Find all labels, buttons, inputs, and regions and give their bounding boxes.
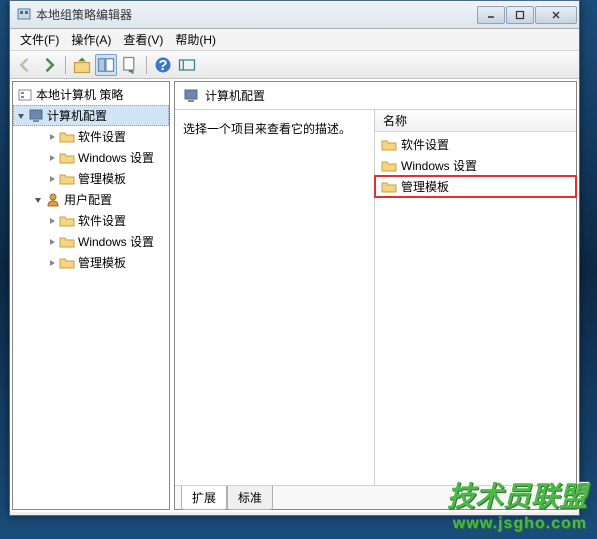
minimize-button[interactable]: [477, 6, 505, 24]
folder-icon: [381, 137, 397, 153]
list-items: 软件设置 Windows 设置 管理模板: [375, 132, 576, 199]
folder-icon: [59, 255, 75, 271]
expand-icon[interactable]: [47, 132, 57, 142]
list-pane: 名称 软件设置 Windows 设置 管理模板: [375, 110, 576, 485]
folder-icon: [59, 129, 75, 145]
filter-button[interactable]: [176, 54, 198, 76]
tree-label: 计算机配置: [47, 107, 107, 124]
statusbar: [10, 512, 579, 515]
tree-software-settings[interactable]: 软件设置: [13, 126, 169, 147]
tree-label: 软件设置: [78, 128, 126, 145]
expand-icon[interactable]: [47, 237, 57, 247]
window-title: 本地组策略编辑器: [36, 6, 477, 23]
menu-file[interactable]: 文件(F): [14, 29, 65, 50]
close-button[interactable]: [535, 6, 577, 24]
expand-icon[interactable]: [47, 216, 57, 226]
show-tree-button[interactable]: [95, 54, 117, 76]
tree-user-config[interactable]: 用户配置: [13, 189, 169, 210]
list-item-label: 管理模板: [401, 178, 449, 195]
main-window: 本地组策略编辑器 文件(F) 操作(A) 查看(V) 帮助(H) ? 本地计算机…: [9, 0, 580, 516]
titlebar[interactable]: 本地组策略编辑器: [10, 1, 579, 29]
list-item-windows[interactable]: Windows 设置: [375, 155, 576, 176]
details-header: 计算机配置: [175, 82, 576, 110]
menu-view[interactable]: 查看(V): [117, 29, 169, 50]
tree-label: 本地计算机 策略: [36, 86, 123, 103]
tree-root[interactable]: 本地计算机 策略: [13, 84, 169, 105]
maximize-button[interactable]: [506, 6, 534, 24]
tab-extended[interactable]: 扩展: [181, 486, 227, 510]
folder-icon: [381, 179, 397, 195]
up-button[interactable]: [71, 54, 93, 76]
column-header-name[interactable]: 名称: [375, 110, 576, 132]
content-area: 本地计算机 策略 计算机配置 软件设置 Windows 设置 管理模板: [10, 79, 579, 512]
tree-label: Windows 设置: [78, 149, 154, 166]
watermark-url: www.jsgho.com: [447, 515, 587, 533]
menu-action[interactable]: 操作(A): [65, 29, 117, 50]
computer-icon: [183, 88, 199, 104]
tree-windows-settings[interactable]: Windows 设置: [13, 147, 169, 168]
export-button[interactable]: [119, 54, 141, 76]
toolbar-separator: [65, 56, 66, 74]
forward-button[interactable]: [38, 54, 60, 76]
toolbar-separator: [146, 56, 147, 74]
list-item-software[interactable]: 软件设置: [375, 134, 576, 155]
back-button[interactable]: [14, 54, 36, 76]
menubar: 文件(F) 操作(A) 查看(V) 帮助(H): [10, 29, 579, 51]
tab-standard[interactable]: 标准: [227, 486, 273, 510]
details-body: 选择一个项目来查看它的描述。 名称 软件设置 Windows 设置: [175, 110, 576, 485]
computer-icon: [28, 108, 44, 124]
user-icon: [45, 192, 61, 208]
window-controls: [477, 6, 577, 24]
column-label: 名称: [383, 112, 407, 129]
expand-icon[interactable]: [47, 174, 57, 184]
tree-label: 用户配置: [64, 191, 112, 208]
help-button[interactable]: ?: [152, 54, 174, 76]
list-item-label: Windows 设置: [401, 157, 477, 174]
app-icon: [16, 7, 32, 23]
menu-help[interactable]: 帮助(H): [169, 29, 222, 50]
collapse-icon[interactable]: [16, 111, 26, 121]
tree-computer-config[interactable]: 计算机配置: [13, 105, 169, 126]
collapse-icon[interactable]: [33, 195, 43, 205]
tabs: 扩展 标准: [175, 485, 576, 509]
tree-label: Windows 设置: [78, 233, 154, 250]
list-item-admin-templates[interactable]: 管理模板: [375, 176, 576, 197]
policy-icon: [17, 87, 33, 103]
tree-panel[interactable]: 本地计算机 策略 计算机配置 软件设置 Windows 设置 管理模板: [12, 81, 170, 510]
folder-icon: [381, 158, 397, 174]
list-item-label: 软件设置: [401, 136, 449, 153]
description-text: 选择一个项目来查看它的描述。: [183, 122, 351, 136]
svg-text:?: ?: [158, 57, 167, 74]
tree-software-settings[interactable]: 软件设置: [13, 210, 169, 231]
tree-admin-templates[interactable]: 管理模板: [13, 252, 169, 273]
tree-admin-templates[interactable]: 管理模板: [13, 168, 169, 189]
details-header-text: 计算机配置: [205, 87, 265, 104]
tree-label: 管理模板: [78, 254, 126, 271]
folder-icon: [59, 213, 75, 229]
expand-icon[interactable]: [47, 153, 57, 163]
folder-icon: [59, 150, 75, 166]
tree-windows-settings[interactable]: Windows 设置: [13, 231, 169, 252]
details-panel: 计算机配置 选择一个项目来查看它的描述。 名称 软件设置: [174, 81, 577, 510]
folder-icon: [59, 171, 75, 187]
description-pane: 选择一个项目来查看它的描述。: [175, 110, 375, 485]
tree-label: 软件设置: [78, 212, 126, 229]
toolbar: ?: [10, 51, 579, 79]
tree-label: 管理模板: [78, 170, 126, 187]
folder-icon: [59, 234, 75, 250]
expand-icon[interactable]: [47, 258, 57, 268]
